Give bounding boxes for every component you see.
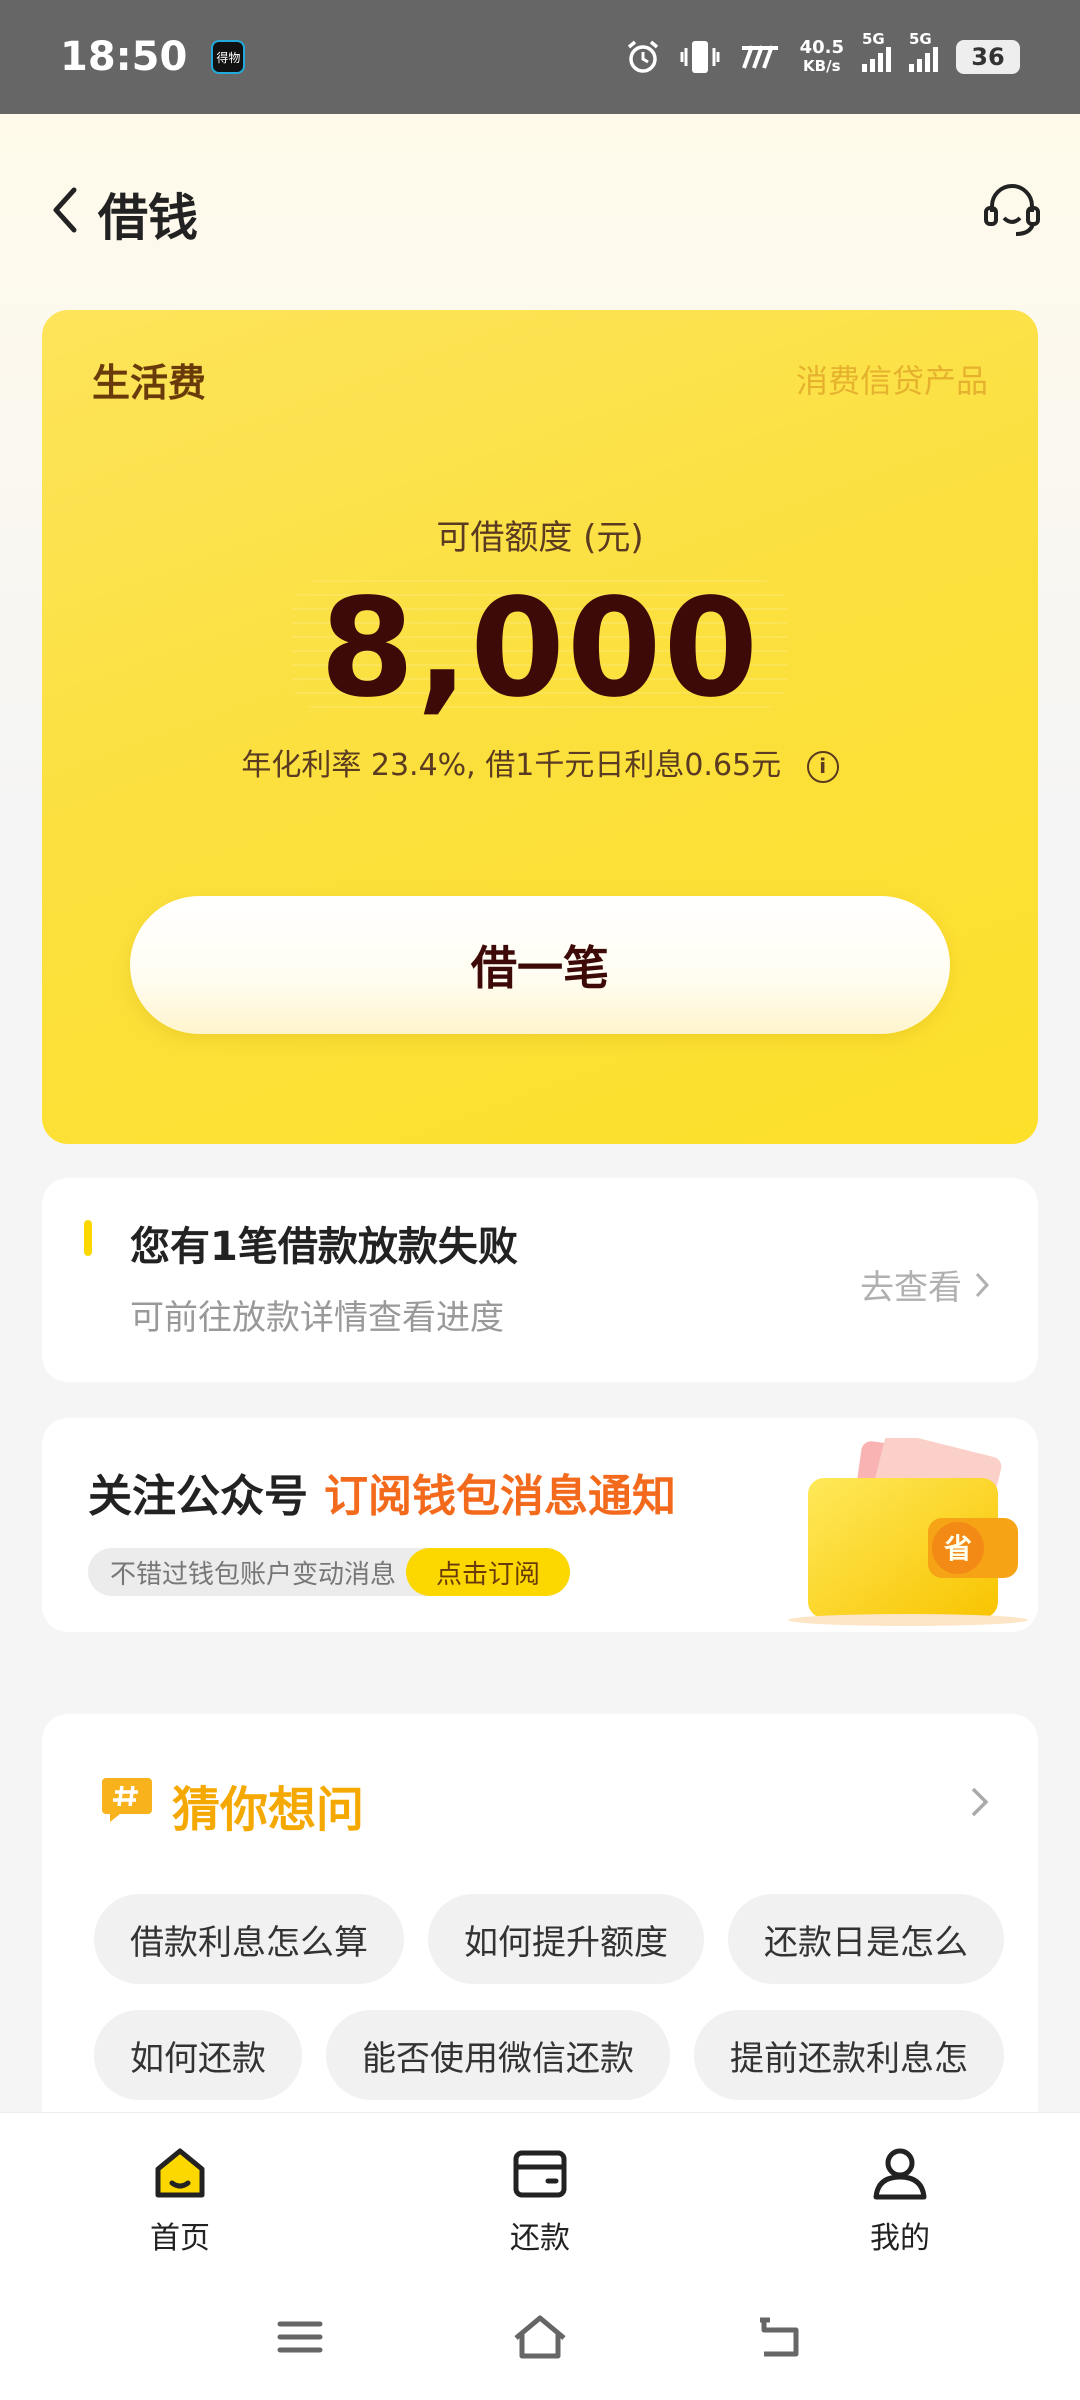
status-icons: 40.5 KB/s 5G 5G 36 [624, 30, 1020, 76]
subscribe-title: 关注公众号 订阅钱包消息通知 [88, 1460, 676, 1524]
subscribe-title-accent: 订阅钱包消息通知 [324, 1471, 676, 1522]
loan-failure-notice[interactable]: 您有1笔借款放款失败 可前往放款详情查看进度 去查看 [42, 1178, 1038, 1382]
nav-mine-label: 我的 [870, 2221, 930, 2256]
view-details-label: 去查看 [860, 1268, 962, 1308]
back-arrow-icon[interactable] [46, 180, 86, 240]
credit-limit-amount: 8,000 [319, 570, 761, 728]
nav-repay[interactable]: 还款 [460, 2143, 620, 2257]
subscribe-title-prefix: 关注公众号 [88, 1471, 308, 1522]
faq-row-1: 借款利息怎么算 如何提升额度 还款日是怎么 [94, 1894, 1026, 1984]
home-nav-icon[interactable] [510, 2312, 570, 2362]
net-speed-value: 40.5 [799, 37, 844, 58]
status-time: 18:50 [60, 34, 188, 80]
system-nav-bar [0, 2272, 1080, 2400]
faq-card: 猜你想问 借款利息怎么算 如何提升额度 还款日是怎么 如何还款 能否使用微信还款… [42, 1714, 1038, 2114]
nav-repay-label: 还款 [510, 2221, 570, 2256]
product-tag: 消费信贷产品 [795, 362, 988, 400]
nav-home-label: 首页 [150, 2221, 210, 2256]
faq-chip[interactable]: 还款日是怎么 [728, 1894, 1004, 1984]
bottom-nav: 首页 还款 我的 [0, 2112, 1080, 2272]
page-title: 借钱 [98, 189, 198, 247]
faq-chip[interactable]: 提前还款利息怎 [694, 2010, 1004, 2100]
notice-title: 您有1笔借款放款失败 [130, 1224, 518, 1270]
borrow-button[interactable]: 借一笔 [130, 896, 950, 1034]
menu-icon[interactable] [270, 2312, 330, 2362]
wallet-badge: 省 [944, 1532, 972, 1565]
battery-icon: 36 [956, 40, 1020, 74]
interest-rate-value: 年化利率 23.4%, 借1千元日利息0.65元 [241, 748, 782, 783]
info-icon[interactable]: i [806, 750, 839, 783]
faq-chip[interactable]: 借款利息怎么算 [94, 1894, 404, 1984]
nav-home[interactable]: 首页 [100, 2143, 260, 2257]
status-bar: 18:50 得物 40.5 KB/s 5G 5G 36 [0, 0, 1080, 114]
net-speed: 40.5 KB/s [799, 37, 844, 76]
vibrate-icon [680, 41, 720, 73]
user-icon [873, 2148, 927, 2200]
nav-mine[interactable]: 我的 [820, 2143, 980, 2257]
interest-rate-text: 年化利率 23.4%, 借1千元日利息0.65元 i [42, 740, 1038, 784]
hashtag-icon [102, 1778, 152, 1822]
signal-icon-1: 5G [862, 30, 891, 72]
chevron-right-icon [975, 1272, 990, 1297]
wallet-illustration-icon: 省 [788, 1438, 1028, 1626]
notice-indicator [84, 1220, 92, 1256]
subscribe-button[interactable]: 点击订阅 [406, 1548, 571, 1596]
customer-service-icon[interactable] [980, 178, 1044, 242]
faq-row-2: 如何还款 能否使用微信还款 提前还款利息怎 [94, 2010, 1026, 2100]
faq-title: 猜你想问 [172, 1782, 365, 1838]
subscribe-pill: 不错过钱包账户变动消息 点击订阅 [88, 1548, 571, 1596]
notice-subtitle: 可前往放款详情查看进度 [130, 1298, 504, 1338]
hd-icon [741, 45, 778, 69]
header: 借钱 [0, 150, 1080, 270]
chevron-right-icon[interactable] [968, 1784, 992, 1820]
faq-chip[interactable]: 如何还款 [94, 2010, 302, 2100]
signal-label-1: 5G [862, 30, 885, 48]
alarm-icon [627, 40, 658, 73]
loan-card: 生活费 消费信贷产品 可借额度 (元) 8,000 年化利率 23.4%, 借1… [42, 310, 1038, 1144]
product-name: 生活费 [92, 361, 207, 405]
back-nav-icon[interactable] [750, 2312, 810, 2362]
credit-limit-label: 可借额度 (元) [436, 518, 644, 558]
subscribe-card[interactable]: 关注公众号 订阅钱包消息通知 不错过钱包账户变动消息 点击订阅 省 [42, 1418, 1038, 1632]
net-speed-unit: KB/s [803, 57, 841, 75]
faq-chip[interactable]: 能否使用微信还款 [326, 2010, 670, 2100]
signal-icon-2: 5G [909, 30, 938, 72]
view-details-link[interactable]: 去查看 [860, 1260, 990, 1309]
home-icon [155, 2148, 205, 2198]
subscribe-pill-text: 不错过钱包账户变动消息 [110, 1559, 397, 1590]
signal-label-2: 5G [909, 30, 932, 48]
wallet-icon [513, 2150, 567, 2198]
app-notification-icon: 得物 [211, 40, 246, 74]
faq-chip[interactable]: 如何提升额度 [428, 1894, 704, 1984]
